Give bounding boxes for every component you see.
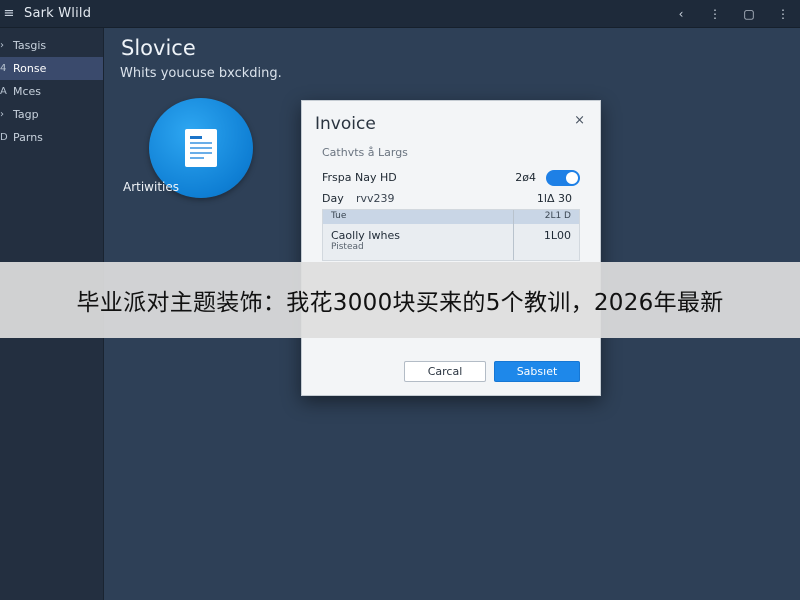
sidebar-item-label: Parns bbox=[13, 131, 43, 144]
hamburger-icon[interactable]: ≡ bbox=[2, 6, 16, 21]
page-title: Slovice bbox=[121, 36, 196, 60]
sidebar-item-label: Tagp bbox=[13, 108, 39, 121]
setting-row: Frspa Nay HD 2ø4 bbox=[322, 170, 580, 186]
item-value: 1L00 bbox=[543, 229, 571, 242]
title-bar: ≡ Sark Wlild ‹ ⋮ ▢ ⋮ bbox=[0, 0, 800, 28]
sidebar-item-ronse[interactable]: 4 Ronse bbox=[0, 57, 103, 80]
banner-text: 毕业派对主题装饰：我花3000块买来的5个教训，2026年最新 bbox=[76, 290, 724, 316]
item-name: Caolly Iwhes bbox=[331, 229, 400, 242]
item-note: Pistead bbox=[331, 242, 364, 252]
sidebar-item-parns[interactable]: D Parns bbox=[0, 126, 103, 149]
restore-icon[interactable]: ▢ bbox=[732, 0, 766, 28]
sidebar-item-mces[interactable]: A Mces bbox=[0, 80, 103, 103]
dialog-subtitle: Cathvts å Largs bbox=[322, 146, 408, 159]
sidebar-item-label: Mces bbox=[13, 85, 42, 98]
sidebar-item-tagp[interactable]: › Tagp bbox=[0, 103, 103, 126]
close-icon[interactable]: × bbox=[574, 113, 585, 128]
setting-label: Frspa Nay HD bbox=[322, 171, 397, 184]
day-amount: 1lΔ 30 bbox=[536, 192, 572, 205]
page-subtitle: Whits youcuse bxckding. bbox=[120, 66, 282, 81]
sidebar-item-label: Ronse bbox=[13, 62, 47, 75]
document-icon bbox=[185, 129, 217, 167]
activities-tile-label: Artiwities bbox=[123, 180, 180, 194]
table-header: Tue 2L1 D bbox=[323, 210, 579, 224]
day-code: rvv239 bbox=[356, 192, 395, 205]
table-divider bbox=[513, 210, 514, 260]
table-header-left: Tue bbox=[331, 211, 347, 221]
submit-button[interactable]: Sabsıet bbox=[494, 361, 580, 382]
day-row: Day rvv239 1lΔ 30 bbox=[322, 192, 580, 205]
menu-icon[interactable]: ⋮ bbox=[766, 0, 800, 28]
back-icon[interactable]: ‹ bbox=[664, 0, 698, 28]
sidebar-list: › Tasgis 4 Ronse A Mces › Tagp D Parns bbox=[0, 34, 103, 149]
letter-icon: D bbox=[0, 132, 8, 143]
table-header-right: 2L1 D bbox=[544, 211, 571, 221]
sidebar-item-label: Tasgis bbox=[13, 39, 47, 52]
chevron-right-icon: › bbox=[0, 109, 4, 120]
more-icon[interactable]: ⋮ bbox=[698, 0, 732, 28]
day-label: Day bbox=[322, 192, 344, 205]
table-row[interactable]: Caolly Iwhes Pistead 1L00 bbox=[323, 224, 579, 260]
number-icon: 4 bbox=[0, 63, 7, 74]
invoice-dialog: Invoice × Cathvts å Largs Frspa Nay HD 2… bbox=[301, 100, 601, 396]
overlay-banner: 毕业派对主题装饰：我花3000块买来的5个教训，2026年最新 bbox=[0, 262, 800, 338]
letter-icon: A bbox=[0, 86, 7, 97]
app-title: Sark Wlild bbox=[24, 6, 92, 21]
chevron-right-icon: › bbox=[0, 40, 4, 51]
setting-toggle[interactable] bbox=[546, 170, 580, 186]
sidebar-item-tasgis[interactable]: › Tasgis bbox=[0, 34, 103, 57]
title-bar-controls: ‹ ⋮ ▢ ⋮ bbox=[664, 0, 800, 28]
invoice-table: Tue 2L1 D Caolly Iwhes Pistead 1L00 bbox=[322, 209, 580, 261]
dialog-title: Invoice bbox=[315, 114, 376, 134]
cancel-button[interactable]: Carcal bbox=[404, 361, 486, 382]
setting-value: 2ø4 bbox=[515, 171, 536, 184]
